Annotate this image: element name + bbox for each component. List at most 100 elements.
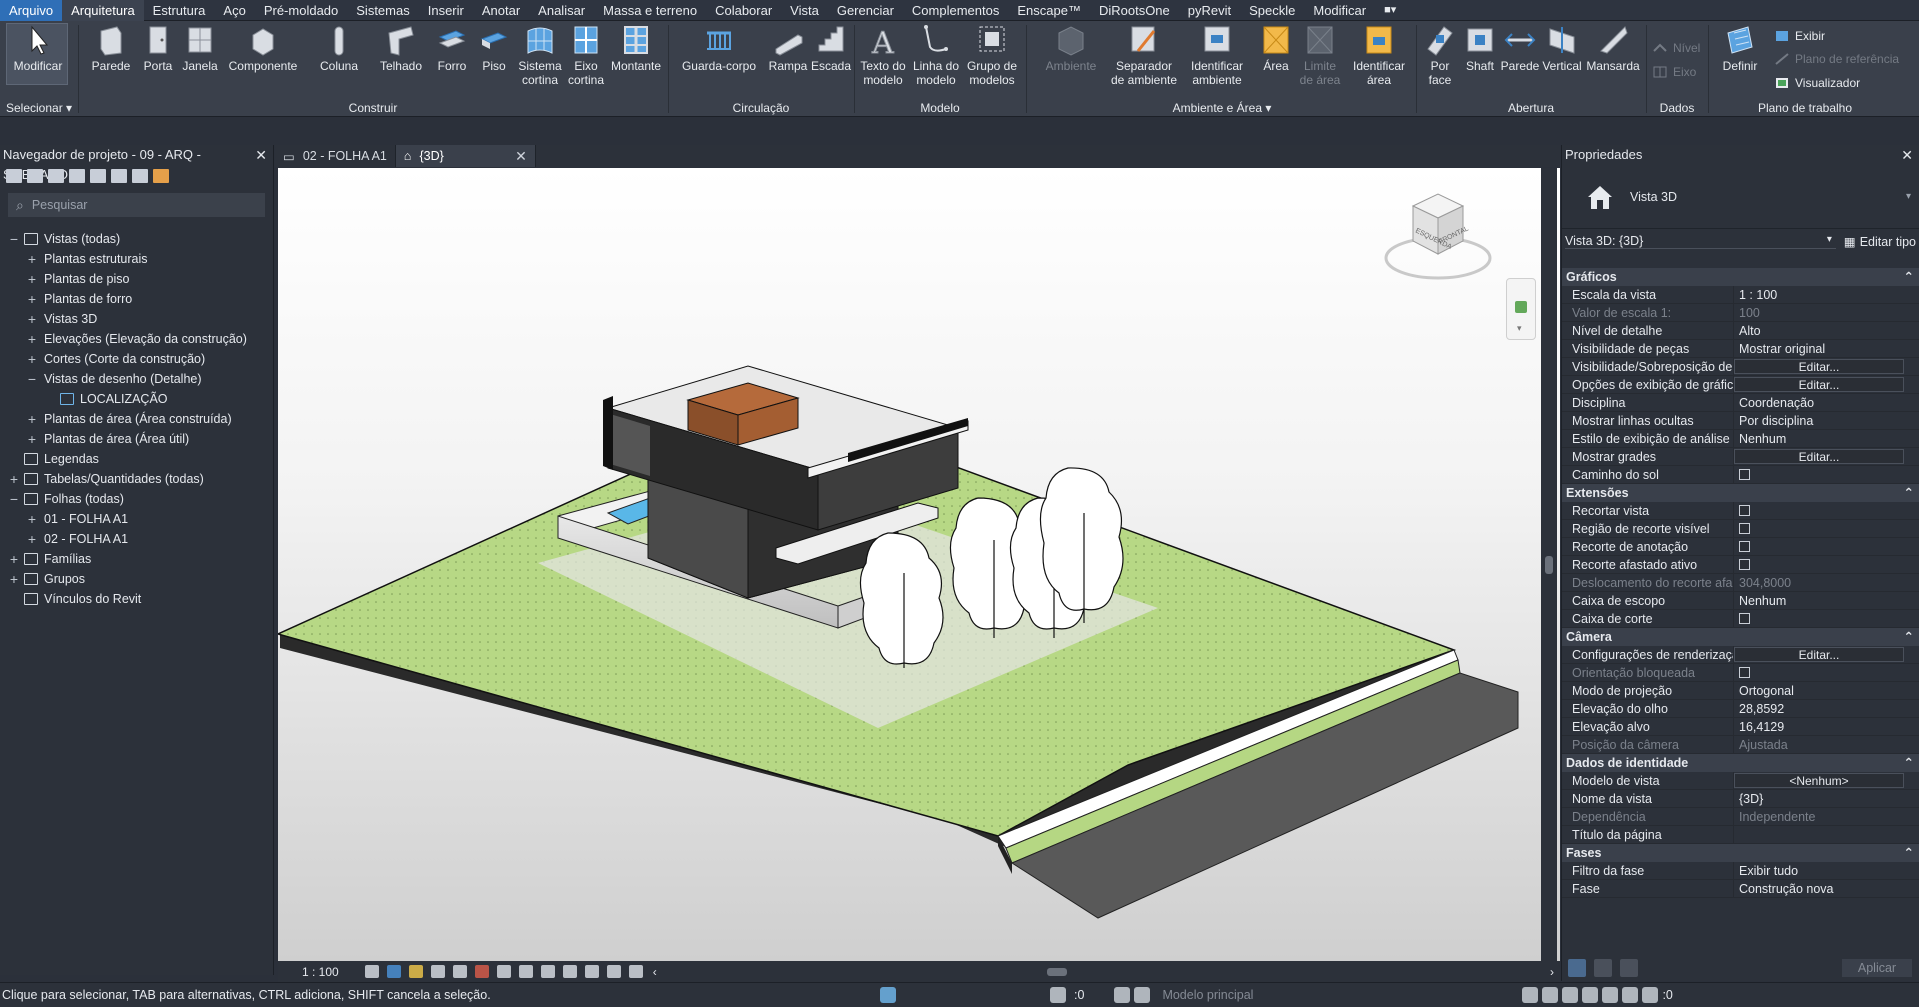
- categorized-icon[interactable]: [1568, 959, 1586, 977]
- mullion-button[interactable]: Montante: [608, 23, 664, 73]
- property-value[interactable]: [1734, 556, 1919, 573]
- navigation-bar[interactable]: ▾: [1506, 278, 1536, 340]
- model-group-button[interactable]: Grupo de modelos: [964, 23, 1020, 87]
- layout-icon[interactable]: [1134, 987, 1151, 1003]
- component-button[interactable]: Componente: [226, 23, 300, 73]
- tree-node[interactable]: + Vistas 3D: [0, 309, 274, 329]
- property-value[interactable]: Exibir tudo: [1734, 862, 1919, 879]
- expand-icon[interactable]: +: [26, 269, 38, 289]
- area-button[interactable]: Área: [1256, 23, 1296, 73]
- tree-node[interactable]: − Vistas de desenho (Detalhe): [0, 369, 274, 389]
- link-icon[interactable]: [132, 169, 148, 183]
- collapse-icon[interactable]: ⌃: [1904, 844, 1914, 862]
- active-model[interactable]: Modelo principal: [1162, 988, 1362, 1002]
- collapse-icon[interactable]: ⌃: [1904, 268, 1914, 286]
- close-icon[interactable]: ✕: [255, 145, 273, 165]
- collapse-icon[interactable]: −: [26, 369, 38, 389]
- edit-button[interactable]: Editar...: [1734, 449, 1904, 464]
- home-view-icon[interactable]: [6, 169, 22, 183]
- menu-pyrevit[interactable]: pyRevit: [1179, 0, 1240, 21]
- area-boundary-button[interactable]: Limite de área: [1298, 23, 1342, 87]
- checkbox[interactable]: [1739, 559, 1750, 570]
- expand-icon[interactable]: +: [26, 349, 38, 369]
- detail-level-icon[interactable]: [364, 965, 379, 978]
- expand-icon[interactable]: +: [26, 249, 38, 269]
- property-section[interactable]: Câmera ⌃: [1562, 628, 1919, 646]
- menu-aco[interactable]: Aço: [214, 0, 254, 21]
- revit-link-icon[interactable]: [153, 169, 169, 183]
- property-value[interactable]: Nenhum: [1734, 430, 1919, 447]
- curtain-system-button[interactable]: Sistema cortina: [514, 23, 566, 87]
- chevron-right-icon[interactable]: ›: [1550, 965, 1554, 979]
- sort-descending-icon[interactable]: [1620, 959, 1638, 977]
- property-value[interactable]: Nenhum: [1734, 592, 1919, 609]
- checkbox[interactable]: [1739, 613, 1750, 624]
- edit-type-button[interactable]: ▦ Editar tipo: [1844, 234, 1916, 249]
- horizontal-scroll-thumb[interactable]: [1046, 967, 1067, 976]
- wall-opening-button[interactable]: Parede: [1500, 23, 1540, 73]
- view-icon[interactable]: [27, 169, 43, 183]
- group-ambiente-area[interactable]: Ambiente e Área ▾: [1030, 100, 1414, 116]
- property-value[interactable]: Editar...: [1734, 376, 1919, 393]
- roof-button[interactable]: Telhado: [378, 23, 424, 73]
- viewer-button[interactable]: Visualizador: [1774, 76, 1860, 90]
- expand-icon[interactable]: +: [8, 569, 20, 589]
- grid-button[interactable]: Eixo: [1652, 65, 1696, 79]
- vertical-opening-button[interactable]: Vertical: [1540, 23, 1584, 73]
- close-icon[interactable]: ✕: [1901, 145, 1919, 165]
- property-value[interactable]: [1734, 538, 1919, 555]
- tree-node[interactable]: + Plantas de área (Área útil): [0, 429, 274, 449]
- model-text-button[interactable]: A Texto do modelo: [856, 23, 910, 88]
- menu-sistemas[interactable]: Sistemas: [347, 0, 418, 21]
- select-pinned-icon[interactable]: [1562, 987, 1579, 1003]
- tree-node[interactable]: + Elevações (Elevação da construção): [0, 329, 274, 349]
- select-by-face-icon[interactable]: [1582, 987, 1599, 1003]
- menu-anotar[interactable]: Anotar: [473, 0, 529, 21]
- collapse-icon[interactable]: −: [8, 489, 20, 509]
- collapse-icon[interactable]: −: [8, 229, 20, 249]
- menu-analisar[interactable]: Analisar: [529, 0, 594, 21]
- temporary-hide-icon[interactable]: [540, 965, 555, 978]
- sheet-icon[interactable]: [48, 169, 64, 183]
- edit-button[interactable]: Editar...: [1734, 377, 1904, 392]
- sort-ascending-icon[interactable]: [1594, 959, 1612, 977]
- menu-complementos[interactable]: Complementos: [903, 0, 1008, 21]
- view-scale[interactable]: 1 : 100: [278, 965, 361, 979]
- expand-icon[interactable]: +: [26, 309, 38, 329]
- reference-plane-button[interactable]: Plano de referência: [1774, 52, 1899, 66]
- property-value[interactable]: [1734, 826, 1919, 843]
- expand-icon[interactable]: +: [26, 329, 38, 349]
- property-value[interactable]: {3D}: [1734, 790, 1919, 807]
- collapse-icon[interactable]: ⌃: [1904, 754, 1914, 772]
- tree-node[interactable]: + Plantas de piso: [0, 269, 274, 289]
- wall-button[interactable]: Parede: [88, 23, 134, 73]
- drag-elements-icon[interactable]: [1602, 987, 1619, 1003]
- property-value[interactable]: [1734, 466, 1919, 483]
- expand-icon[interactable]: +: [26, 509, 38, 529]
- edit-button[interactable]: <Nenhum>: [1734, 773, 1904, 788]
- expand-icon[interactable]: +: [26, 409, 38, 429]
- 3d-viewport[interactable]: ESQUERDA FRONTAL ▾: [278, 168, 1560, 961]
- menu-colaborar[interactable]: Colaborar: [706, 0, 781, 21]
- analysis-icon[interactable]: [628, 965, 643, 978]
- property-value[interactable]: <Nenhum>: [1734, 772, 1919, 789]
- dormer-button[interactable]: Mansarda: [1584, 23, 1642, 73]
- temporary-view-icon[interactable]: [606, 965, 621, 978]
- group-icon[interactable]: [111, 169, 127, 183]
- tree-node[interactable]: + Tabelas/Quantidades (todas): [0, 469, 274, 489]
- select-links-icon[interactable]: [1522, 987, 1539, 1003]
- window-button[interactable]: Janela: [180, 23, 220, 73]
- property-value[interactable]: 28,8592: [1734, 700, 1919, 717]
- family-icon[interactable]: [90, 169, 106, 183]
- menu-pre-moldado[interactable]: Pré-moldado: [255, 0, 347, 21]
- collapse-icon[interactable]: ⌃: [1904, 628, 1914, 646]
- room-tag-button[interactable]: Identificar ambiente: [1184, 23, 1250, 87]
- schedule-icon[interactable]: [69, 169, 85, 183]
- set-workplane-button[interactable]: Definir: [1716, 23, 1764, 73]
- property-value[interactable]: 16,4129: [1734, 718, 1919, 735]
- edit-button[interactable]: Editar...: [1734, 359, 1904, 374]
- collapse-icon[interactable]: ⌃: [1904, 484, 1914, 502]
- reveal-hidden-icon[interactable]: [562, 965, 577, 978]
- worksharing-icon[interactable]: [584, 965, 599, 978]
- show-workplane-button[interactable]: Exibir: [1774, 29, 1825, 43]
